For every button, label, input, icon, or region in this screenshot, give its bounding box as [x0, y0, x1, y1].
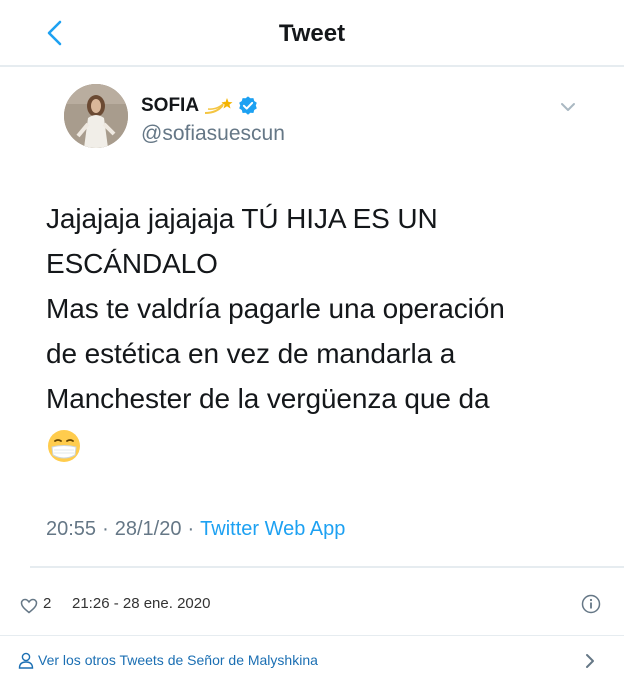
author-handle[interactable]: @sofiasuescun	[141, 122, 285, 146]
header-bar: Tweet	[0, 0, 624, 67]
footer-divider	[0, 635, 624, 636]
author-name-row[interactable]: SOFIA	[141, 95, 259, 117]
more-tweets-label[interactable]: Ver los otros Tweets de Señor de Malyshk…	[38, 652, 318, 668]
tweet-meta: 20:55 · 28/1/20 · Twitter Web App	[46, 518, 345, 541]
heart-icon[interactable]	[20, 598, 38, 614]
meta-separator: ·	[102, 518, 109, 540]
tweet-text-line: ESCÁNDALO	[46, 248, 218, 279]
header-divider	[0, 65, 624, 67]
tweet-divider	[30, 566, 624, 568]
tweet-text: Jajajaja jajajaja TÚ HIJA ES UN ESCÁNDAL…	[46, 196, 591, 421]
tweet-text-line: Manchester de la vergüenza que da	[46, 383, 490, 414]
author-name[interactable]: SOFIA	[141, 95, 199, 117]
avatar[interactable]	[64, 84, 128, 148]
meta-separator: ·	[187, 518, 195, 540]
tweet-date[interactable]: 28/1/20	[115, 518, 182, 540]
tweet-source-link[interactable]: Twitter Web App	[200, 518, 345, 540]
chevron-down-icon[interactable]	[555, 96, 581, 118]
tweet-time[interactable]: 20:55	[46, 518, 96, 540]
tweet-text-line: de estética en vez de mandarla a	[46, 338, 456, 369]
tweet-text-line: Mas te valdría pagarle una operación	[46, 293, 505, 324]
chevron-right-icon	[586, 654, 594, 668]
mask-face-emoji	[48, 430, 80, 462]
more-tweets-link[interactable]: Ver los otros Tweets de Señor de Malyshk…	[0, 643, 624, 678]
person-icon	[18, 652, 34, 669]
info-icon[interactable]	[581, 594, 601, 614]
embed-datetime[interactable]: 21:26 - 28 ene. 2020	[72, 595, 210, 612]
page-title: Tweet	[278, 20, 346, 47]
embed-footer: 2 21:26 - 28 ene. 2020	[0, 592, 624, 628]
tweet-text-line: Jajajaja jajajaja TÚ HIJA ES UN	[46, 203, 438, 234]
dizzy-emoji	[205, 98, 233, 114]
verified-badge-icon	[239, 96, 257, 115]
like-count: 2	[43, 595, 52, 612]
